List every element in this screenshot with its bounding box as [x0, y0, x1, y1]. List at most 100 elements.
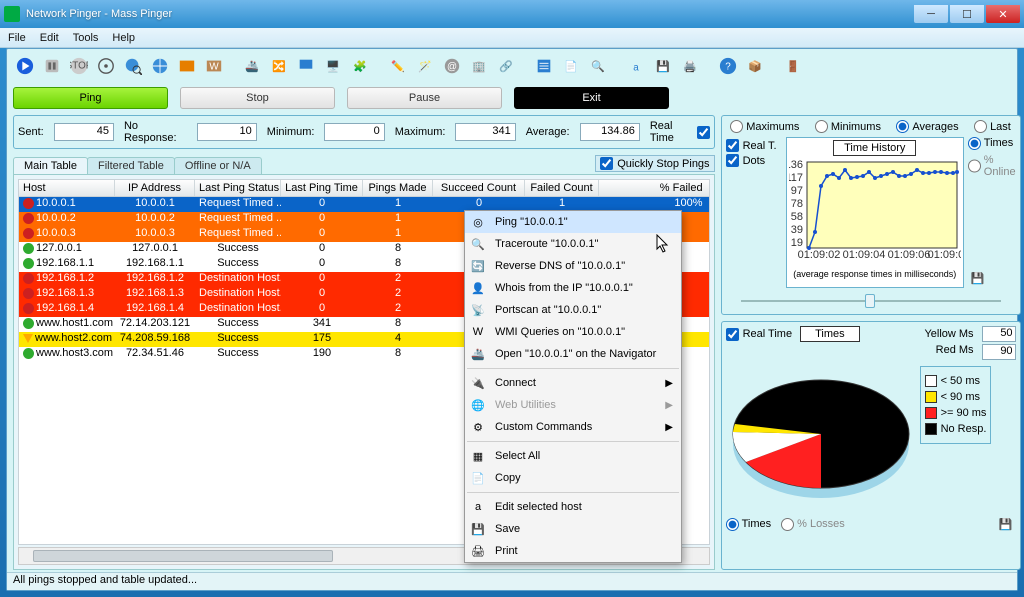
- ctx-trace[interactable]: 🔍Traceroute "10.0.0.1": [465, 233, 681, 255]
- yellowms-value[interactable]: 50: [982, 326, 1016, 342]
- desktop-icon[interactable]: 🖥️: [321, 54, 345, 78]
- ctx-ping[interactable]: ◎Ping "10.0.0.1": [465, 211, 681, 233]
- avg-value: 134.86: [580, 123, 640, 141]
- wand-icon[interactable]: ✏️: [386, 54, 410, 78]
- ping-button[interactable]: Ping: [13, 87, 168, 109]
- col-made[interactable]: Pings Made: [363, 180, 433, 196]
- dots-checkbox[interactable]: Dots: [726, 154, 786, 167]
- max-label: Maximum:: [395, 126, 446, 138]
- maximize-button[interactable]: ☐: [950, 5, 984, 23]
- save-icon[interactable]: 💾: [651, 54, 675, 78]
- legend-nores: No Resp.: [941, 423, 987, 435]
- radio-minimums[interactable]: Minimums: [815, 120, 881, 133]
- ctx-save[interactable]: 💾Save: [465, 518, 681, 540]
- pause-button[interactable]: Pause: [347, 87, 502, 109]
- putty-icon[interactable]: 🧩: [348, 54, 372, 78]
- svg-text:117: 117: [789, 172, 803, 184]
- menu-help[interactable]: Help: [112, 32, 135, 44]
- ctx-print[interactable]: 🖨Print: [465, 540, 681, 562]
- col-pct[interactable]: % Failed: [599, 180, 709, 196]
- radio-last[interactable]: Last: [974, 120, 1011, 133]
- radio-times[interactable]: Times: [968, 137, 1016, 150]
- redms-label: Red Ms: [936, 344, 974, 360]
- copy-icon[interactable]: 📄: [559, 54, 583, 78]
- globe-search-icon[interactable]: [121, 54, 145, 78]
- svg-text:136: 136: [789, 159, 803, 171]
- ctx-portscan[interactable]: 📡Portscan at "10.0.0.1": [465, 299, 681, 321]
- link-icon[interactable]: 🔗: [494, 54, 518, 78]
- times-panel: Real Time Times Yellow Ms 50 Red Ms 90: [721, 321, 1021, 570]
- at-icon[interactable]: @: [440, 54, 464, 78]
- play-icon[interactable]: [13, 54, 37, 78]
- ctx-custom[interactable]: ⚙Custom Commands▶: [465, 416, 681, 438]
- tab-filtered[interactable]: Filtered Table: [87, 157, 175, 174]
- col-status[interactable]: Last Ping Status: [195, 180, 281, 196]
- magic-icon[interactable]: 🪄: [413, 54, 437, 78]
- target-icon[interactable]: [94, 54, 118, 78]
- pie-chart: [726, 362, 916, 512]
- quickly-stop-checkbox[interactable]: Quickly Stop Pings: [595, 155, 714, 172]
- menu-edit[interactable]: Edit: [40, 32, 59, 44]
- sent-value: 45: [54, 123, 114, 141]
- exit-icon[interactable]: 🚪: [781, 54, 805, 78]
- nores-value: 10: [197, 123, 257, 141]
- tab-offline[interactable]: Offline or N/A: [174, 157, 262, 174]
- ctx-selectall[interactable]: ▦Select All: [465, 445, 681, 467]
- building-icon[interactable]: 🏢: [467, 54, 491, 78]
- exit-button[interactable]: Exit: [514, 87, 669, 109]
- minimize-button[interactable]: ─: [914, 5, 948, 23]
- edit-icon[interactable]: a: [624, 54, 648, 78]
- globe-icon[interactable]: [148, 54, 172, 78]
- svg-text:01:09:04: 01:09:04: [842, 249, 885, 261]
- stop-icon[interactable]: STOP: [67, 54, 91, 78]
- ctx-connect[interactable]: 🔌Connect▶: [465, 372, 681, 394]
- ctx-whois[interactable]: 👤Whois from the IP "10.0.0.1": [465, 277, 681, 299]
- pie-radio-times[interactable]: Times: [726, 518, 772, 531]
- radio-maximums[interactable]: Maximums: [730, 120, 799, 133]
- zoom-icon[interactable]: 🔍: [586, 54, 610, 78]
- tab-main[interactable]: Main Table: [13, 157, 88, 174]
- ctx-wmi[interactable]: WWMI Queries on "10.0.0.1": [465, 321, 681, 343]
- col-time[interactable]: Last Ping Time: [281, 180, 363, 196]
- stop-button[interactable]: Stop: [180, 87, 335, 109]
- pie-radio-losses[interactable]: % Losses: [781, 518, 845, 531]
- switch-icon[interactable]: 🔀: [267, 54, 291, 78]
- help-icon[interactable]: ?: [716, 54, 740, 78]
- scan-icon[interactable]: [175, 54, 199, 78]
- save-chart-icon[interactable]: 💾: [968, 268, 988, 288]
- realtime-label: Real Time: [650, 120, 693, 144]
- table-header: Host IP Address Last Ping Status Last Pi…: [18, 179, 710, 197]
- col-succeed[interactable]: Succeed Count: [433, 180, 525, 196]
- redms-value[interactable]: 90: [982, 344, 1016, 360]
- radio-pctonline[interactable]: % Online: [968, 154, 1016, 178]
- ship-icon[interactable]: 🚢: [240, 54, 264, 78]
- radio-averages[interactable]: Averages: [896, 120, 958, 133]
- app-icon: [4, 6, 20, 22]
- save-pie-icon[interactable]: 💾: [996, 514, 1016, 534]
- history-slider[interactable]: [726, 292, 1016, 310]
- realtime-checkbox[interactable]: [697, 126, 710, 139]
- realt-checkbox[interactable]: Real T.: [726, 139, 786, 152]
- col-failed[interactable]: Failed Count: [525, 180, 599, 196]
- ctx-copy[interactable]: 📄Copy: [465, 467, 681, 489]
- remote-icon[interactable]: [294, 54, 318, 78]
- col-ip[interactable]: IP Address: [115, 180, 195, 196]
- menu-tools[interactable]: Tools: [73, 32, 99, 44]
- wmi-icon[interactable]: W: [202, 54, 226, 78]
- close-button[interactable]: ✕: [986, 5, 1020, 23]
- pause-icon[interactable]: [40, 54, 64, 78]
- svg-text:STOP: STOP: [70, 61, 88, 72]
- menu-file[interactable]: File: [8, 32, 26, 44]
- print-icon[interactable]: 🖨️: [678, 54, 702, 78]
- ctx-open[interactable]: 🚢Open "10.0.0.1" on the Navigator: [465, 343, 681, 365]
- svg-text:W: W: [209, 62, 219, 73]
- ctx-edit[interactable]: aEdit selected host: [465, 496, 681, 518]
- list-icon[interactable]: [532, 54, 556, 78]
- ctx-rdns[interactable]: 🔄Reverse DNS of "10.0.0.1": [465, 255, 681, 277]
- nores-label: No Response:: [124, 120, 187, 144]
- action-row: Ping Stop Pause Exit: [7, 83, 1017, 115]
- about-icon[interactable]: 📦: [743, 54, 767, 78]
- col-host[interactable]: Host: [19, 180, 115, 196]
- legend-lt90: < 90 ms: [941, 391, 980, 403]
- times-realtime-checkbox[interactable]: Real Time: [726, 328, 793, 341]
